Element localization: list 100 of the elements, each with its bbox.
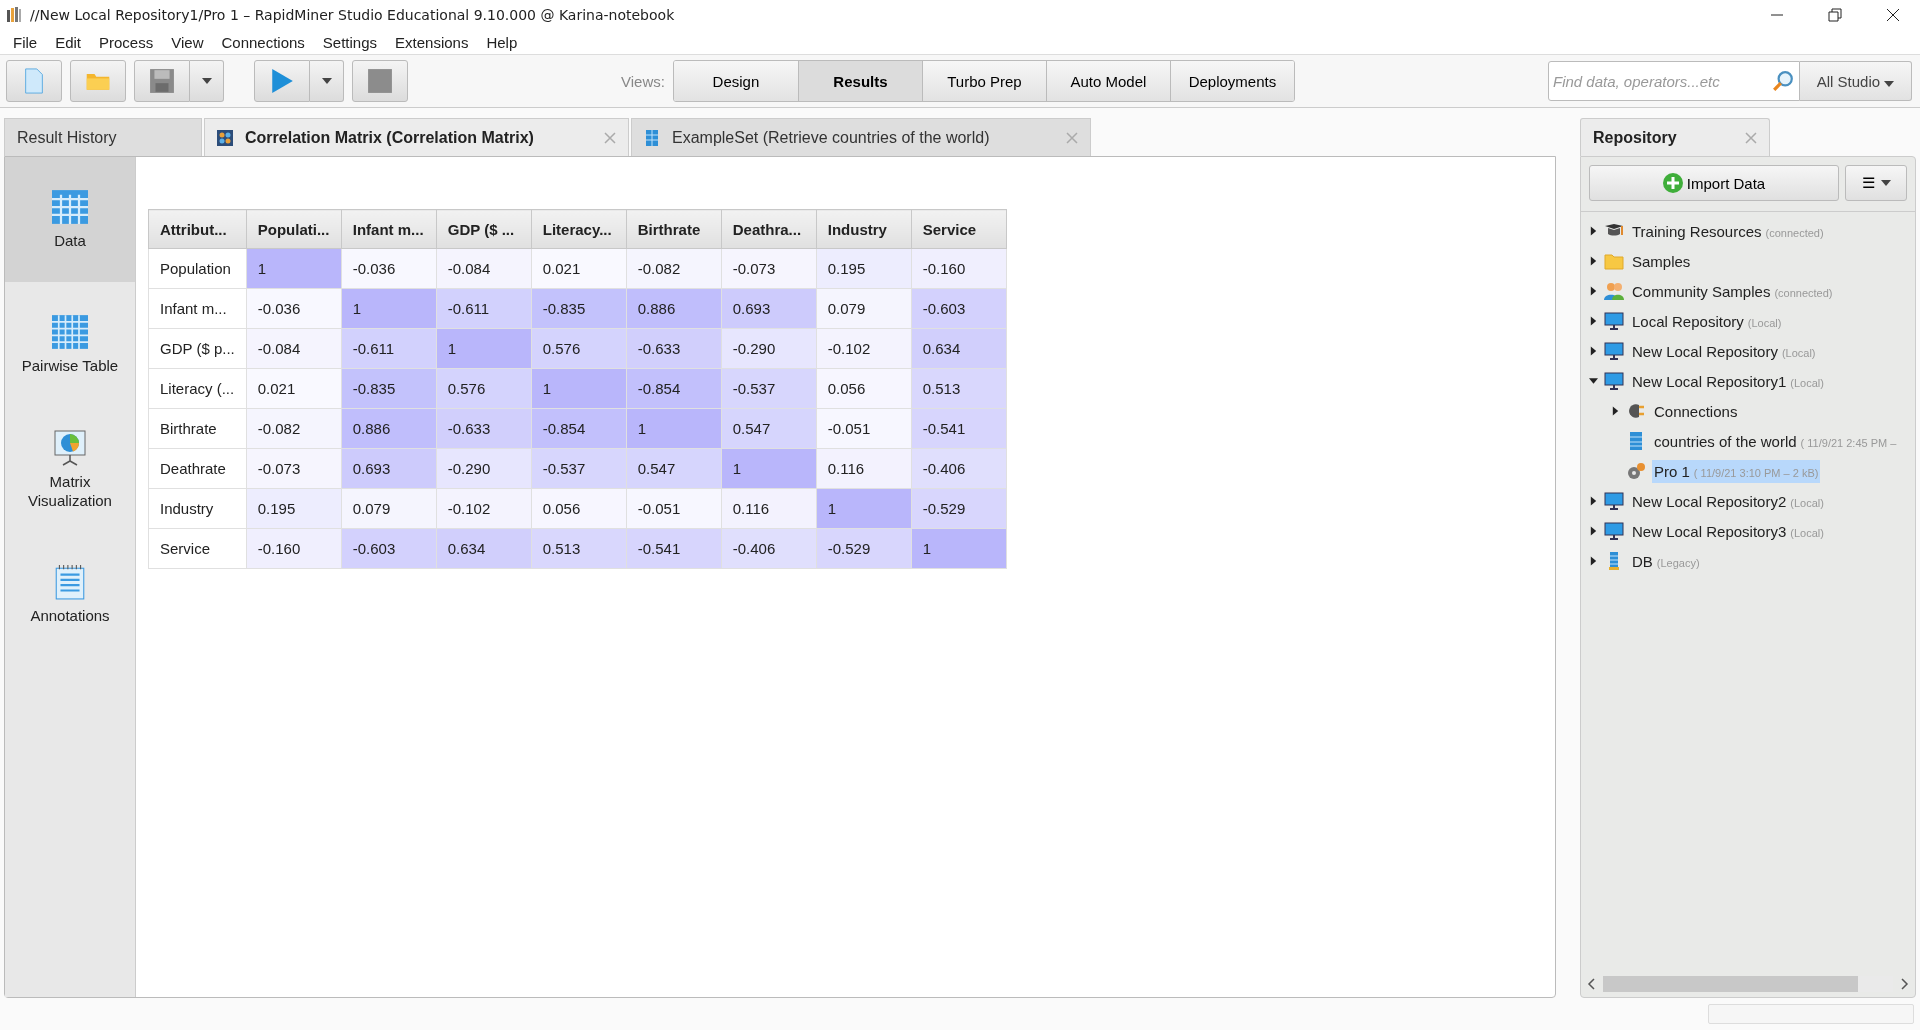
tree-item[interactable]: Training Resources (connected) xyxy=(1630,219,1826,243)
tree-item[interactable]: DB (Legacy) xyxy=(1630,549,1702,573)
table-cell: 0.056 xyxy=(531,488,627,529)
scroll-left-icon[interactable] xyxy=(1587,978,1595,990)
table-cell: -0.835 xyxy=(531,288,627,329)
tree-item[interactable]: New Local Repository (Local) xyxy=(1630,339,1818,363)
view-tab[interactable]: Design xyxy=(673,61,798,101)
import-data-button[interactable]: Import Data xyxy=(1589,165,1839,201)
sidebar-tab[interactable]: Data xyxy=(5,157,135,282)
save-options-button[interactable] xyxy=(190,60,224,102)
stop-button[interactable] xyxy=(352,60,408,102)
view-tab[interactable]: Auto Model xyxy=(1045,61,1170,101)
expand-arrow-icon[interactable] xyxy=(1589,376,1598,386)
save-button[interactable] xyxy=(134,60,190,102)
table-icon xyxy=(644,129,660,146)
table-cell: -0.102 xyxy=(436,488,532,529)
tab-label: ExampleSet (Retrieve countries of the world) xyxy=(672,128,991,147)
menu-item[interactable]: Settings xyxy=(313,33,387,51)
menu-item[interactable]: Extensions xyxy=(386,33,478,51)
table-cell: -0.160 xyxy=(911,248,1007,289)
table-cell: 0.547 xyxy=(626,448,722,489)
menu-item[interactable]: View xyxy=(162,33,213,51)
sidebar-tab[interactable]: Pairwise Table xyxy=(5,282,135,407)
table-cell: 0.079 xyxy=(341,488,437,529)
view-tab[interactable]: Turbo Prep xyxy=(921,61,1046,101)
column-header[interactable]: Industry xyxy=(816,209,912,249)
expand-arrow-icon[interactable] xyxy=(1589,556,1598,566)
expand-arrow-icon[interactable] xyxy=(1589,526,1598,536)
sidebar-tab[interactable]: Annotations xyxy=(5,532,135,657)
tree-item[interactable]: countries of the world ( 11/9/21 2:45 PM – xyxy=(1652,429,1899,453)
column-header[interactable]: Infant m... xyxy=(341,209,437,249)
scroll-right-icon[interactable] xyxy=(1901,978,1909,990)
table-cell: 0.079 xyxy=(816,288,912,329)
view-tab[interactable]: Deployments xyxy=(1169,61,1294,101)
column-header[interactable]: Literacy... xyxy=(531,209,627,249)
table-cell: -0.537 xyxy=(531,448,627,489)
expand-arrow-icon[interactable] xyxy=(1589,226,1598,236)
monitor-icon xyxy=(1604,312,1624,330)
column-header[interactable]: Populati... xyxy=(246,209,342,249)
item-note: (Local) xyxy=(1747,316,1782,329)
column-header[interactable]: Deathra... xyxy=(721,209,817,249)
table-cell: -0.541 xyxy=(911,408,1007,449)
table-cell: -0.603 xyxy=(911,288,1007,329)
table-cell: Deathrate xyxy=(148,448,247,489)
tree-item[interactable]: Connections xyxy=(1652,399,1740,423)
table-cell: -0.611 xyxy=(341,328,437,369)
tree-item[interactable]: Community Samples (connected) xyxy=(1630,279,1835,303)
column-header[interactable]: GDP ($ ... xyxy=(436,209,532,249)
expand-arrow-icon[interactable] xyxy=(1589,316,1598,326)
table-cell: -0.084 xyxy=(436,248,532,289)
tree-item[interactable]: New Local Repository3 (Local) xyxy=(1630,519,1826,543)
tree-item[interactable]: Local Repository (Local) xyxy=(1630,309,1784,333)
table-cell: 0.513 xyxy=(911,368,1007,409)
view-tab[interactable]: Results xyxy=(797,61,922,101)
tree-item[interactable]: New Local Repository2 (Local) xyxy=(1630,489,1826,513)
table-cell: 0.634 xyxy=(436,528,532,569)
run-options-button[interactable] xyxy=(310,60,344,102)
expand-arrow-icon[interactable] xyxy=(1589,496,1598,506)
menu-item[interactable]: Process xyxy=(90,33,163,51)
search-field[interactable]: Find data, operators...etc xyxy=(1548,61,1800,101)
run-button[interactable] xyxy=(254,60,310,102)
restore-icon[interactable] xyxy=(1828,8,1842,22)
expand-arrow-icon[interactable] xyxy=(1611,406,1620,416)
gears-icon xyxy=(1626,462,1646,480)
expand-arrow-icon[interactable] xyxy=(1589,346,1598,356)
table-cell: -0.406 xyxy=(911,448,1007,489)
sidebar-tab[interactable]: Matrix Visualization xyxy=(5,407,135,532)
result-tab[interactable]: Correlation Matrix (Correlation Matrix) xyxy=(204,118,629,156)
search-icon[interactable] xyxy=(1772,70,1794,92)
close-icon[interactable] xyxy=(1886,8,1900,22)
menu-item[interactable]: Help xyxy=(477,33,527,51)
result-tab[interactable]: ExampleSet (Retrieve countries of the world) xyxy=(631,118,1091,156)
column-header[interactable]: Service xyxy=(911,209,1007,249)
tree-item[interactable]: Pro 1 ( 11/9/21 3:10 PM – 2 kB) xyxy=(1652,459,1821,483)
menu-item[interactable]: File xyxy=(4,33,47,51)
column-header[interactable]: Birthrate xyxy=(626,209,722,249)
tree-item[interactable]: New Local Repository1 (Local) xyxy=(1630,369,1826,393)
item-note: (connected) xyxy=(1765,226,1824,239)
table-cell: -0.854 xyxy=(626,368,722,409)
column-header[interactable]: Attribut... xyxy=(148,209,247,249)
repository-tab[interactable]: Repository xyxy=(1580,118,1770,156)
table-cell: Literacy (... xyxy=(148,368,247,409)
tree-item[interactable]: Samples xyxy=(1630,249,1693,273)
table-cell: 1 xyxy=(436,328,532,369)
table-cell: -0.036 xyxy=(246,288,342,329)
table-cell: -0.611 xyxy=(436,288,532,329)
table-cell: -0.036 xyxy=(341,248,437,289)
expand-arrow-icon[interactable] xyxy=(1589,256,1598,266)
result-tab[interactable]: Result History xyxy=(4,118,202,156)
expand-arrow-icon[interactable] xyxy=(1589,286,1598,296)
window-title: //New Local Repository1/Pro 1 – RapidMiner Studio Educational 9.10.000 @ Karina-notebook xyxy=(30,7,675,23)
caret-icon xyxy=(1884,80,1895,87)
menu-item[interactable]: Edit xyxy=(46,33,91,51)
menu-item[interactable]: Connections xyxy=(212,33,314,51)
options-menu-button[interactable]: ☰ xyxy=(1845,165,1907,201)
table-cell: 0.513 xyxy=(531,528,627,569)
stop-icon xyxy=(367,68,393,94)
monitor-icon xyxy=(1604,372,1624,390)
scope-dropdown[interactable]: All Studio xyxy=(1800,61,1912,101)
table-cell: 1 xyxy=(341,288,437,329)
